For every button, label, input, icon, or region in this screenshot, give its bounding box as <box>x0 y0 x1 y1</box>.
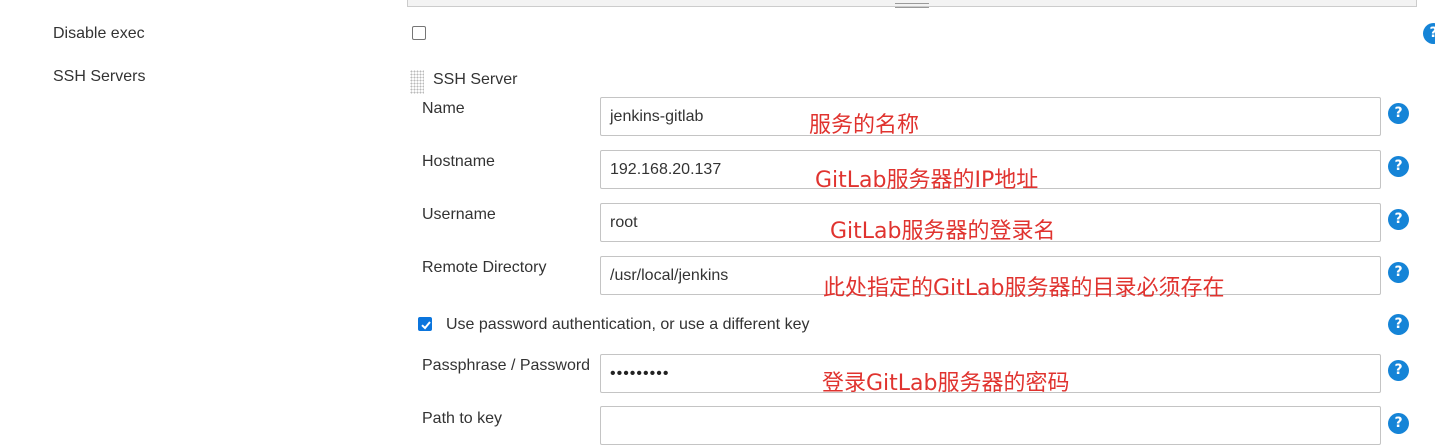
remote-directory-annotation: 此处指定的GitLab服务器的目录必须存在 <box>823 276 1225 301</box>
help-icon[interactable]: ? <box>1388 413 1409 434</box>
use-password-checkbox[interactable] <box>418 317 432 331</box>
username-annotation: GitLab服务器的登录名 <box>830 219 1056 244</box>
ssh-servers-label: SSH Servers <box>53 68 146 85</box>
help-icon[interactable]: ? <box>1388 360 1409 381</box>
help-icon[interactable]: ? <box>1423 23 1435 44</box>
username-label: Username <box>422 206 496 223</box>
ssh-server-section-title: SSH Server <box>433 71 518 88</box>
remote-directory-label: Remote Directory <box>422 259 547 276</box>
use-password-label: Use password authentication, or use a di… <box>446 316 810 333</box>
help-icon[interactable]: ? <box>1388 262 1409 283</box>
checkmark-icon <box>421 321 431 330</box>
passphrase-annotation: 登录GitLab服务器的密码 <box>822 371 1070 396</box>
name-input[interactable]: jenkins-gitlab <box>600 97 1381 136</box>
path-to-key-label: Path to key <box>422 410 503 427</box>
drag-handle-icon[interactable] <box>410 70 424 94</box>
help-icon[interactable]: ? <box>1388 209 1409 230</box>
help-icon[interactable]: ? <box>1388 156 1409 177</box>
path-to-key-input[interactable] <box>600 406 1381 445</box>
passphrase-label: Passphrase / Password <box>422 357 591 374</box>
name-label: Name <box>422 100 465 117</box>
disable-exec-label: Disable exec <box>53 25 145 42</box>
disable-exec-checkbox[interactable] <box>412 26 426 40</box>
resize-grip-icon[interactable] <box>895 3 929 8</box>
hostname-label: Hostname <box>422 153 495 170</box>
help-icon[interactable]: ? <box>1388 314 1409 335</box>
hostname-annotation: GitLab服务器的IP地址 <box>815 168 1039 193</box>
help-icon[interactable]: ? <box>1388 103 1409 124</box>
name-annotation: 服务的名称 <box>809 113 920 138</box>
